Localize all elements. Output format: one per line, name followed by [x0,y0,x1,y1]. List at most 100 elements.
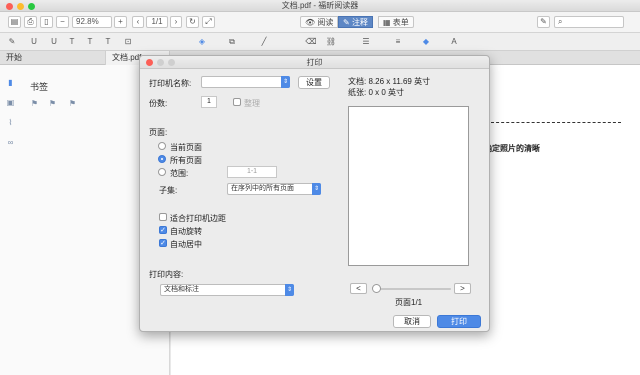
dialog-zoom-button [168,59,175,66]
pages-label: 页面: [149,128,168,137]
print-dialog: 打印 打印机名称: ⇕ 设置 份数: 1 整理 页面: 当前页面 所有页面 范围… [139,55,490,332]
chevron-down-icon: ⇕ [281,76,290,88]
add-bookmark-icon[interactable]: ⚑ [30,99,39,109]
callout-icon[interactable]: ⊡ [122,36,134,48]
fit-margins-checkbox[interactable] [159,213,167,221]
cancel-button[interactable]: 取消 [393,315,431,328]
close-window-button[interactable] [6,3,13,10]
rotate-icon[interactable]: ↻ [186,16,199,28]
zoom-level-select[interactable]: 92.8% [72,16,112,28]
document-dashed-line [491,122,621,123]
print-content-label: 打印内容: [149,270,184,279]
underline-alt-icon[interactable]: U [48,36,60,48]
chevron-down-icon: ⇕ [312,183,321,195]
print-content-value: 文档和标注 [164,286,199,293]
range-input[interactable]: 1-1 [227,166,277,178]
stamp-icon[interactable]: ◈ [196,36,208,48]
annotation-toolbar: ✎ U U T T T ⊡ ◈ ⧉ ╱ ⌫ ⛓ ☰ ≡ ◆ A [0,33,640,51]
text-box-icon[interactable]: T [102,36,114,48]
annotate-mode-label: 注释 [351,18,368,27]
print-icon[interactable]: ⎙ [24,16,37,28]
page-indicator: 页面1/1 [395,298,423,307]
font-icon[interactable]: A [448,36,460,48]
attachment-panel-icon[interactable]: ⌇ [6,118,15,128]
eraser-icon[interactable]: ⌫ [305,36,317,48]
tab-read-mode[interactable]: 👁 阅读 [300,16,339,28]
fit-icon[interactable]: ⤢ [202,16,215,28]
print-button[interactable]: 打印 [437,315,481,328]
collate-label: 整理 [244,99,260,108]
sidebar-toggle-icon[interactable]: ▤ [8,16,21,28]
all-pages-label: 所有页面 [170,156,202,165]
edit-icon[interactable]: ✎ [537,16,550,28]
auto-center-checkbox[interactable]: ✓ [159,239,167,247]
tab-document-label: 文档.pdf [112,53,142,62]
chevron-down-icon: ⇕ [285,284,294,296]
window-title: 文档.pdf - 福昕阅读器 [281,1,359,10]
zoom-out-icon[interactable]: − [56,16,69,28]
tab-form-mode[interactable]: ▦ 表单 [378,16,414,28]
attach-icon[interactable]: ⧉ [226,36,238,48]
page-number-value: 1/1 [151,17,163,26]
bookmarks-title: 书签 [30,82,49,92]
minimize-window-button[interactable] [17,3,24,10]
dialog-close-button[interactable] [146,59,153,66]
auto-rotate-checkbox[interactable]: ✓ [159,226,167,234]
prev-preview-button[interactable]: < [350,283,367,294]
document-size: 文档: 8.26 x 11.69 英寸 [348,77,431,86]
delete-bookmark-icon[interactable]: ⚑ [68,99,77,109]
setup-button-label: 设置 [306,78,322,87]
prev-page-icon[interactable]: ‹ [132,16,144,28]
copies-label: 份数: [149,99,168,108]
current-page-radio[interactable] [158,142,166,150]
next-page-icon[interactable]: › [170,16,182,28]
link-icon[interactable]: ⛓ [325,36,337,48]
link-panel-icon[interactable]: ∞ [6,138,15,148]
printer-select[interactable]: ⇕ [201,76,290,88]
color-icon[interactable]: ◆ [420,36,432,48]
range-radio[interactable] [158,168,166,176]
underline-icon[interactable]: U [28,36,40,48]
search-input[interactable]: ⌕ [554,16,624,28]
copies-input[interactable]: 1 [201,96,217,108]
zoom-value: 92.8% [76,17,99,26]
range-label: 范围: [170,169,189,178]
list-icon[interactable]: ≡ [392,36,404,48]
main-toolbar: ▤ ⎙ ▯ − 92.8% + ‹ 1/1 › ↻ ⤢ 👁 阅读 ✎ 注释 ▦ … [0,12,640,33]
line-icon[interactable]: ╱ [258,36,270,48]
expand-bookmark-icon[interactable]: ⚑ [48,99,57,109]
preview-slider-handle[interactable] [372,284,381,293]
tab-home-label: 开始 [6,53,22,62]
dialog-title: 打印 [306,58,323,67]
tab-annotate-mode[interactable]: ✎ 注释 [338,16,373,28]
auto-center-label: 自动居中 [170,240,202,249]
zoom-in-icon[interactable]: + [114,16,127,28]
printer-label: 打印机名称: [149,79,192,88]
page-number-input[interactable]: 1/1 [146,16,168,28]
collate-checkbox[interactable] [233,98,241,106]
prev-preview-label: < [356,284,361,293]
auto-rotate-label: 自动旋转 [170,227,202,236]
highlight-icon[interactable]: T [66,36,78,48]
pen-icon[interactable]: ✎ [6,36,18,48]
next-preview-button[interactable]: > [454,283,471,294]
dialog-title-bar: 打印 [140,56,489,69]
subset-label: 子集: [159,186,178,195]
zoom-window-button[interactable] [28,3,35,10]
tab-home[interactable]: 开始 [0,51,22,65]
subset-select[interactable]: 在序列中的所有页面 ⇕ [227,183,321,195]
thumbnail-panel-icon[interactable]: ▣ [6,98,15,108]
preview-slider[interactable] [373,288,451,290]
subset-value: 在序列中的所有页面 [231,185,294,192]
single-page-icon[interactable]: ▯ [40,16,53,28]
printer-setup-button[interactable]: 设置 [298,76,330,89]
print-content-select[interactable]: 文档和标注 ⇕ [160,284,294,296]
bookmark-panel-icon[interactable]: ▮ [6,78,15,88]
form-mode-label: 表单 [392,18,409,27]
text-icon[interactable]: T [84,36,96,48]
dialog-minimize-button [157,59,164,66]
align-icon[interactable]: ☰ [360,36,372,48]
paper-size: 纸张: 0 x 0 英寸 [348,88,405,97]
current-page-label: 当前页面 [170,143,202,152]
all-pages-radio[interactable] [158,155,166,163]
